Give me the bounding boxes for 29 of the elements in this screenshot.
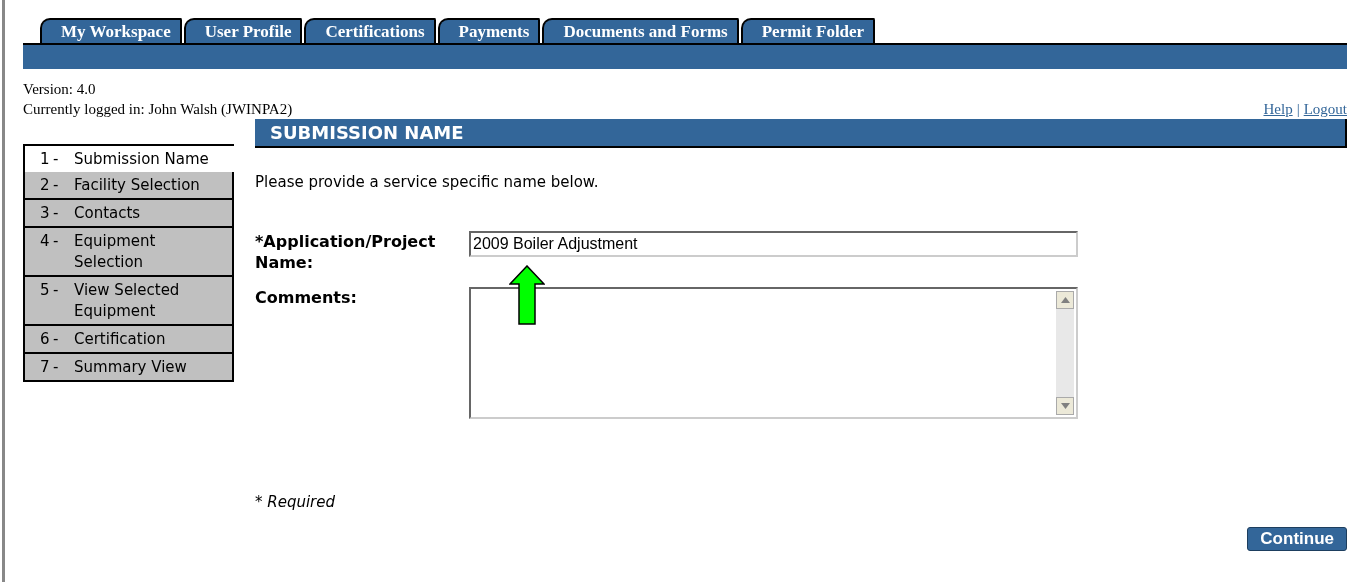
nav-tab[interactable]: User Profile	[183, 18, 303, 43]
field-label: *Application/Project Name:	[255, 231, 437, 273]
header-link[interactable]: Help	[1263, 99, 1293, 119]
continue-button[interactable]: Continue	[1247, 527, 1347, 551]
arrow-icon	[509, 265, 545, 325]
step-item[interactable]: 3 - Contacts	[23, 200, 234, 228]
nav-tab[interactable]: Payments	[437, 18, 541, 43]
step-item[interactable]: 7 - Summary View	[23, 354, 234, 382]
version-text: Version: 4.0	[23, 80, 97, 99]
step-item[interactable]: 6 - Certification	[23, 326, 234, 354]
header-link[interactable]: Logout	[1303, 99, 1347, 119]
step-item[interactable]: 1 - Submission Name	[23, 144, 234, 172]
section-header: SUBMISSION NAME	[255, 119, 1347, 148]
scroll-up-icon[interactable]	[1056, 291, 1074, 309]
required-note: * Required	[255, 493, 337, 511]
nav-tab[interactable]: My Workspace	[40, 18, 182, 43]
input-field[interactable]: 2009 Boiler Adjustment	[469, 231, 1078, 257]
scroll-down-icon[interactable]	[1056, 397, 1074, 415]
comments-field[interactable]	[469, 287, 1078, 419]
step-item[interactable]: 2 - Facility Selection	[23, 172, 234, 200]
field-label: Comments:	[255, 287, 358, 309]
step-item[interactable]: 4 - Equipment Selection	[23, 228, 234, 277]
nav-tab[interactable]: Certifications	[304, 18, 436, 43]
nav-tab[interactable]: Permit Folder	[740, 18, 876, 43]
intro-text: Please provide a service specific name below.	[255, 173, 600, 191]
nav-tab[interactable]: Documents and Forms	[542, 18, 739, 43]
link-separator: |	[1296, 100, 1300, 119]
step-item[interactable]: 5 - View Selected Equipment	[23, 277, 234, 326]
login-text: Currently logged in: John Walsh (JWINPA2)	[23, 100, 293, 119]
